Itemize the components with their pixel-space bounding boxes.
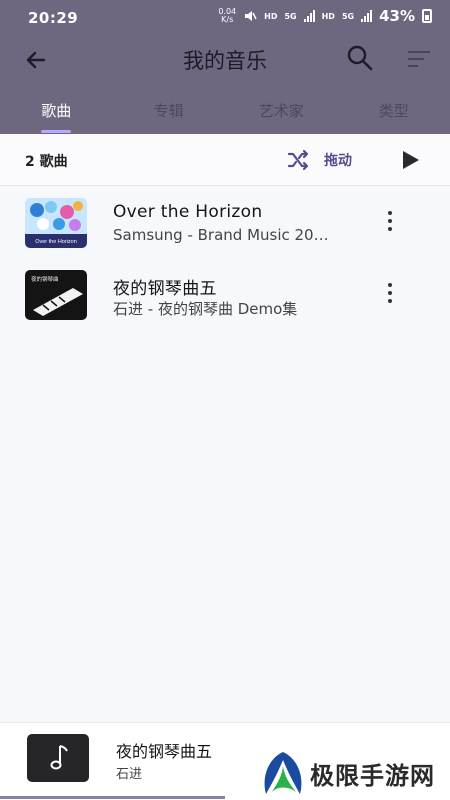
sort-icon[interactable] <box>402 44 436 74</box>
watermark-logo: 极限手游网 <box>258 750 448 798</box>
shuffle-label: 拖动 <box>324 153 352 169</box>
tab-artists[interactable]: 艺术家 <box>225 92 338 134</box>
watermark-emblem-icon <box>264 752 302 794</box>
battery-percent: 43% <box>379 7 415 25</box>
song-title: Over the Horizon <box>113 202 263 222</box>
song-list-toolbar: 2 歌曲 拖动 <box>0 134 450 186</box>
watermark-text: 极限手游网 <box>310 762 435 790</box>
shuffle-icon <box>287 149 309 171</box>
now-playing-art <box>27 734 89 782</box>
song-list: Over the Horizon Over the Horizon Samsun… <box>0 186 450 330</box>
album-art: Over the Horizon <box>25 198 87 248</box>
mute-icon <box>245 11 257 21</box>
network-speed: 0.04 K/s <box>218 7 237 24</box>
song-count: 2 歌曲 <box>25 154 68 170</box>
music-note-icon <box>50 745 68 770</box>
tab-albums[interactable]: 专辑 <box>113 92 226 134</box>
album-art: 夜的钢琴曲 <box>25 270 87 320</box>
tab-songs[interactable]: 歌曲 <box>0 92 113 134</box>
svg-text:夜的钢琴曲: 夜的钢琴曲 <box>31 275 59 283</box>
hd-badge: HD <box>264 11 278 21</box>
song-subtitle: 石进 - 夜的钢琴曲 Demo集 <box>113 300 298 318</box>
page-title: 我的音乐 <box>183 49 267 73</box>
category-tabs: 歌曲 专辑 艺术家 类型 <box>0 92 450 134</box>
more-options-icon[interactable] <box>380 208 400 234</box>
search-icon[interactable] <box>344 42 376 74</box>
more-options-icon[interactable] <box>380 280 400 306</box>
song-subtitle: Samsung - Brand Music 20… <box>113 226 329 244</box>
song-title: 夜的钢琴曲五 <box>113 279 217 299</box>
signal-icon <box>303 10 315 22</box>
song-row[interactable]: Over the Horizon Over the Horizon Samsun… <box>0 186 450 258</box>
top-app-bar: 我的音乐 <box>0 36 450 86</box>
shuffle-button[interactable]: 拖动 <box>286 148 352 172</box>
network-type: 5G <box>284 11 297 21</box>
now-playing-title: 夜的钢琴曲五 <box>116 742 213 761</box>
app-header: 20:29 0.04 K/s HD 5G HD 5G 43% 我的音乐 歌曲 专… <box>0 0 450 134</box>
battery-icon <box>422 9 432 23</box>
signal-icon <box>361 10 373 22</box>
play-all-icon[interactable] <box>398 148 422 172</box>
hd-badge: HD <box>321 11 335 21</box>
svg-text:Over the Horizon: Over the Horizon <box>35 239 77 245</box>
song-row[interactable]: 夜的钢琴曲 夜的钢琴曲五 石进 - 夜的钢琴曲 Demo集 <box>0 258 450 330</box>
tab-genres[interactable]: 类型 <box>338 92 450 134</box>
now-playing-artist: 石进 <box>116 767 143 782</box>
playback-progress <box>0 796 225 799</box>
status-time: 20:29 <box>28 9 79 27</box>
network-type: 5G <box>341 11 355 21</box>
status-bar: 20:29 0.04 K/s HD 5G HD 5G 43% <box>0 0 450 36</box>
status-icons: 0.04 K/s HD 5G HD 5G 43% <box>218 7 432 25</box>
